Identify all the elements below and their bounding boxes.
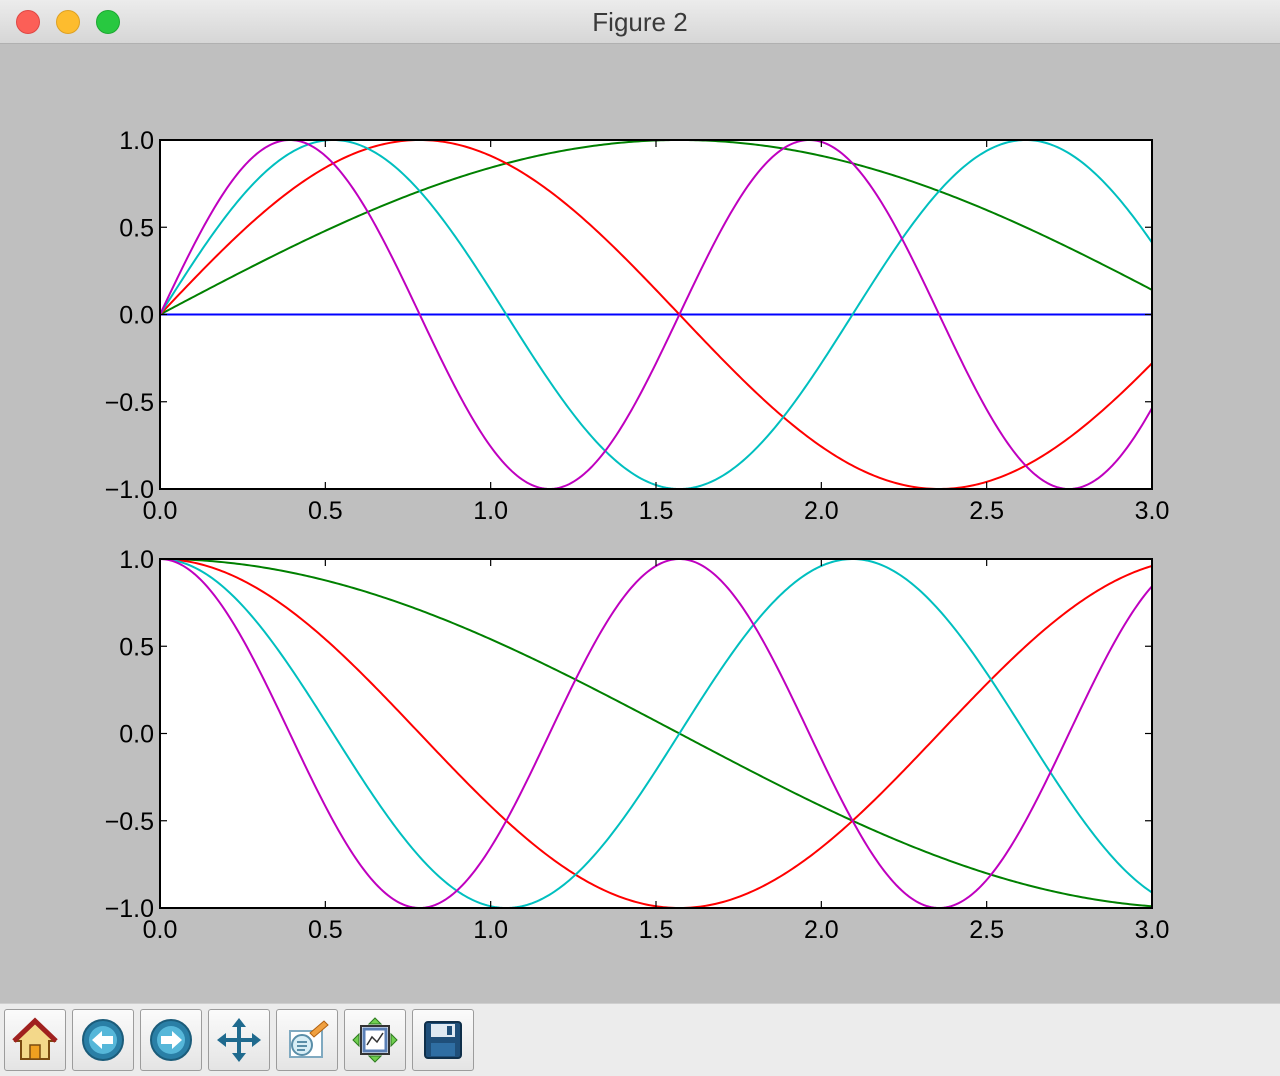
- subplots-button[interactable]: [344, 1009, 406, 1071]
- x-tick-label: 0.5: [308, 916, 343, 944]
- y-tick-label: −0.5: [105, 808, 154, 836]
- save-disk-icon: [424, 1021, 462, 1059]
- forward-arrow-icon: [150, 1019, 192, 1061]
- x-tick-label: 0.5: [308, 497, 343, 525]
- pan-move-icon: [217, 1018, 261, 1062]
- subplot-1: 0.0 0.5 1.0 1.5 2.0 2.5 3.01.00.50.0−0.5−1.0: [105, 127, 1170, 525]
- pan-button[interactable]: [208, 1009, 270, 1071]
- x-tick-label: 2.5: [969, 497, 1004, 525]
- x-tick-label: 1.0: [473, 916, 508, 944]
- y-tick-label: 1.0: [119, 127, 154, 155]
- x-tick-label: 2.0: [804, 497, 839, 525]
- x-tick-label: 1.0: [473, 497, 508, 525]
- back-button[interactable]: [72, 1009, 134, 1071]
- back-arrow-icon: [82, 1019, 124, 1061]
- window-titlebar: Figure 2: [0, 0, 1280, 44]
- subplots-config-icon: [352, 1017, 398, 1063]
- x-tick-label: 1.5: [639, 916, 674, 944]
- zoom-rectangle-icon: [289, 1020, 329, 1058]
- x-tick-label: 2.0: [804, 916, 839, 944]
- x-tick-label: 3.0: [1135, 916, 1170, 944]
- y-tick-label: 0.5: [119, 633, 154, 661]
- x-tick-label: 3.0: [1135, 497, 1170, 525]
- y-tick-label: −1.0: [105, 895, 154, 923]
- subplot-2: 0.0 0.5 1.0 1.5 2.0 2.5 3.01.00.50.0−0.5−1.0: [105, 546, 1170, 944]
- home-button[interactable]: [4, 1009, 66, 1071]
- navigation-toolbar: [0, 1003, 1280, 1076]
- window-title: Figure 2: [592, 7, 688, 37]
- forward-button[interactable]: [140, 1009, 202, 1071]
- home-icon: [12, 1017, 58, 1060]
- x-tick-label: 1.5: [639, 497, 674, 525]
- y-tick-label: −1.0: [105, 476, 154, 504]
- y-tick-label: −0.5: [105, 389, 154, 417]
- y-tick-label: 1.0: [119, 546, 154, 574]
- zoom-button[interactable]: [276, 1009, 338, 1071]
- figure-canvas: 0.0 0.5 1.0 1.5 2.0 2.5 3.0 1.0 0.5 0.0 −0.5 −1.0 0.…: [105, 127, 1170, 944]
- x-tick-label: 2.5: [969, 916, 1004, 944]
- save-button[interactable]: [412, 1009, 474, 1071]
- y-tick-label: 0.5: [119, 214, 154, 242]
- y-tick-label: 0.0: [119, 302, 154, 330]
- plot-area: [160, 559, 1152, 908]
- y-tick-label: 0.0: [119, 721, 154, 749]
